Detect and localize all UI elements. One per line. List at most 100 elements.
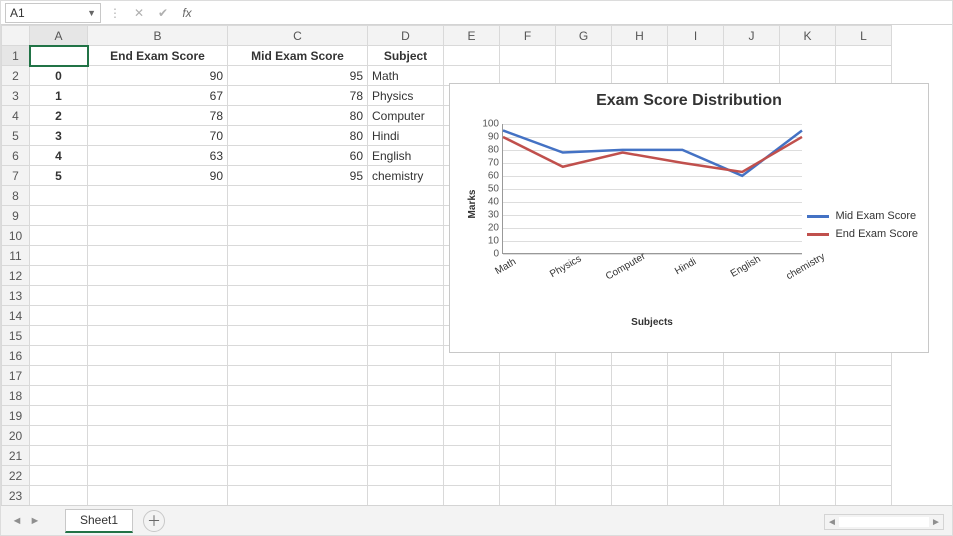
cell[interactable] xyxy=(556,406,612,426)
cell[interactable] xyxy=(228,306,368,326)
row-header[interactable]: 14 xyxy=(2,306,30,326)
cell[interactable] xyxy=(228,326,368,346)
row-header[interactable]: 23 xyxy=(2,486,30,506)
col-header[interactable]: H xyxy=(612,26,668,46)
cell[interactable] xyxy=(780,386,836,406)
row-header[interactable]: 10 xyxy=(2,226,30,246)
cell[interactable] xyxy=(228,206,368,226)
cell[interactable] xyxy=(228,366,368,386)
row-header[interactable]: 7 xyxy=(2,166,30,186)
cell[interactable] xyxy=(836,486,892,506)
cell[interactable] xyxy=(88,206,228,226)
cell[interactable] xyxy=(612,46,668,66)
chart[interactable]: Exam Score Distribution 0102030405060708… xyxy=(449,83,929,353)
cell[interactable] xyxy=(444,426,500,446)
cell[interactable] xyxy=(30,446,88,466)
cell[interactable] xyxy=(836,446,892,466)
cell[interactable] xyxy=(368,486,444,506)
cell[interactable]: 80 xyxy=(228,106,368,126)
cell[interactable] xyxy=(30,306,88,326)
row-header[interactable]: 4 xyxy=(2,106,30,126)
cell[interactable] xyxy=(228,226,368,246)
cell[interactable]: 67 xyxy=(88,86,228,106)
row-header[interactable]: 21 xyxy=(2,446,30,466)
cell[interactable]: 0 xyxy=(30,66,88,86)
cell[interactable]: 1 xyxy=(30,86,88,106)
cell[interactable] xyxy=(500,446,556,466)
col-header[interactable]: G xyxy=(556,26,612,46)
cell[interactable]: 80 xyxy=(228,126,368,146)
cell[interactable] xyxy=(368,346,444,366)
cell[interactable] xyxy=(88,246,228,266)
cell[interactable] xyxy=(368,266,444,286)
accept-icon[interactable]: ✔ xyxy=(153,3,173,23)
cell[interactable] xyxy=(368,246,444,266)
cell[interactable] xyxy=(368,446,444,466)
cell[interactable] xyxy=(780,426,836,446)
cell[interactable] xyxy=(30,426,88,446)
cell[interactable] xyxy=(30,346,88,366)
cell[interactable] xyxy=(368,306,444,326)
cell[interactable] xyxy=(368,226,444,246)
row-header[interactable]: 19 xyxy=(2,406,30,426)
add-sheet-button[interactable]: ＋ xyxy=(143,510,165,532)
row-header[interactable]: 13 xyxy=(2,286,30,306)
cell[interactable] xyxy=(444,46,500,66)
tab-nav-next-icon[interactable]: ► xyxy=(27,510,43,532)
cell[interactable]: Physics xyxy=(368,86,444,106)
cell[interactable] xyxy=(228,246,368,266)
cell[interactable] xyxy=(724,466,780,486)
cell[interactable]: chemistry xyxy=(368,166,444,186)
col-header[interactable]: E xyxy=(444,26,500,46)
cell[interactable] xyxy=(500,426,556,446)
cell[interactable] xyxy=(88,306,228,326)
cell[interactable] xyxy=(228,466,368,486)
col-header[interactable]: C xyxy=(228,26,368,46)
cell[interactable]: 78 xyxy=(88,106,228,126)
cell[interactable]: 70 xyxy=(88,126,228,146)
cell[interactable] xyxy=(88,426,228,446)
cell[interactable] xyxy=(836,426,892,446)
cell[interactable] xyxy=(780,446,836,466)
cell[interactable]: Mid Exam Score xyxy=(228,46,368,66)
cell[interactable]: 95 xyxy=(228,66,368,86)
horizontal-scrollbar[interactable]: ◄ ► xyxy=(824,514,944,530)
cell[interactable]: 78 xyxy=(228,86,368,106)
cell[interactable] xyxy=(228,386,368,406)
cell[interactable] xyxy=(724,426,780,446)
cell[interactable] xyxy=(228,406,368,426)
cell[interactable] xyxy=(556,366,612,386)
cell[interactable] xyxy=(668,406,724,426)
col-header[interactable]: F xyxy=(500,26,556,46)
cell[interactable] xyxy=(612,386,668,406)
cell[interactable] xyxy=(556,466,612,486)
cell[interactable] xyxy=(612,446,668,466)
cell[interactable] xyxy=(500,466,556,486)
cell[interactable]: 95 xyxy=(228,166,368,186)
cell[interactable] xyxy=(836,466,892,486)
cell[interactable] xyxy=(88,186,228,206)
col-header[interactable]: J xyxy=(724,26,780,46)
cell[interactable] xyxy=(668,466,724,486)
cell[interactable] xyxy=(228,446,368,466)
cell[interactable] xyxy=(30,46,88,66)
cell[interactable]: English xyxy=(368,146,444,166)
cell[interactable]: 5 xyxy=(30,166,88,186)
cell[interactable] xyxy=(30,206,88,226)
cell[interactable] xyxy=(500,386,556,406)
cell[interactable] xyxy=(88,386,228,406)
cell[interactable] xyxy=(556,386,612,406)
cell[interactable] xyxy=(724,366,780,386)
cell[interactable] xyxy=(88,346,228,366)
cell[interactable]: 90 xyxy=(88,166,228,186)
cell[interactable] xyxy=(30,366,88,386)
row-header[interactable]: 20 xyxy=(2,426,30,446)
cell[interactable]: 90 xyxy=(88,66,228,86)
row-header[interactable]: 5 xyxy=(2,126,30,146)
cell[interactable] xyxy=(368,206,444,226)
cell[interactable] xyxy=(780,486,836,506)
cell[interactable] xyxy=(228,486,368,506)
cell[interactable] xyxy=(556,46,612,66)
cell[interactable] xyxy=(228,266,368,286)
row-header[interactable]: 1 xyxy=(2,46,30,66)
